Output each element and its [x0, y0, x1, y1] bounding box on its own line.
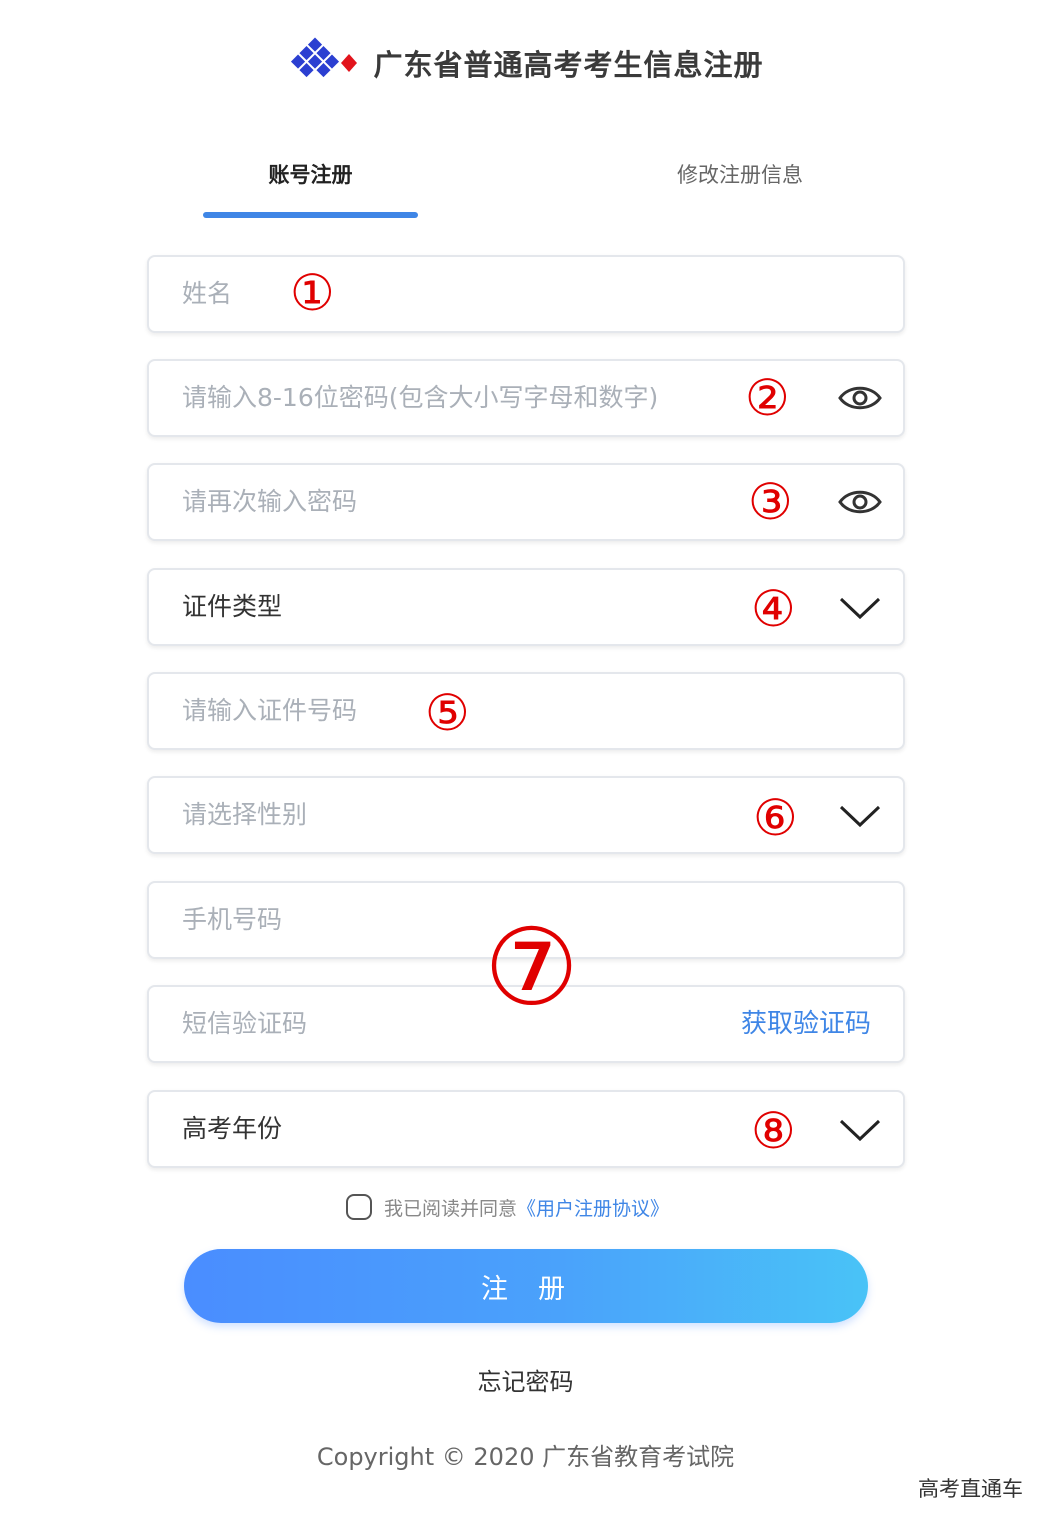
annotation-2: ② [745, 369, 790, 427]
agreement-checkbox[interactable] [346, 1194, 372, 1220]
annotation-3: ③ [748, 473, 793, 531]
annotation-1: ① [290, 264, 335, 322]
gender-placeholder: 请选择性别 [182, 800, 308, 829]
name-field[interactable]: 姓名 [147, 255, 905, 333]
sms-code-placeholder: 短信验证码 [182, 1009, 308, 1038]
get-code-button[interactable]: 获取验证码 [741, 987, 871, 1061]
phone-placeholder: 手机号码 [182, 905, 283, 934]
chevron-down-icon [839, 597, 881, 620]
tab-bar: 账号注册 修改注册信息 [0, 150, 1051, 225]
password-field[interactable]: 请输入8-16位密码(包含大小写字母和数字) [147, 359, 905, 437]
eye-icon[interactable] [837, 383, 883, 413]
eye-icon[interactable] [837, 487, 883, 517]
annotation-5: ⑤ [425, 684, 470, 742]
watermark-text: 高考直通车 [918, 1477, 1023, 1501]
annotation-4: ④ [751, 580, 796, 638]
active-tab-indicator [203, 212, 418, 218]
chevron-down-icon [839, 805, 881, 828]
forgot-password-link[interactable]: 忘记密码 [0, 1362, 1051, 1402]
password-placeholder: 请输入8-16位密码(包含大小写字母和数字) [182, 383, 659, 412]
agreement-text: 我已阅读并同意 [384, 1197, 518, 1220]
id-number-placeholder: 请输入证件号码 [182, 696, 358, 725]
id-type-value: 证件类型 [182, 592, 283, 621]
annotation-8: ⑧ [751, 1102, 796, 1160]
annotation-6: ⑥ [753, 789, 798, 847]
id-number-field[interactable]: 请输入证件号码 [147, 672, 905, 750]
chevron-down-icon [839, 1119, 881, 1142]
logo-icon [291, 37, 358, 77]
exam-year-value: 高考年份 [182, 1114, 283, 1143]
agreement-row: 我已阅读并同意 《用户注册协议》 [346, 1190, 669, 1224]
copyright-text: Copyright © 2020 广东省教育考试院 [316, 1443, 735, 1471]
confirm-password-placeholder: 请再次输入密码 [182, 487, 358, 516]
annotation-7: ⑦ [484, 906, 580, 1029]
app-title: 广东省普通高考考生信息注册 [373, 47, 764, 82]
register-button[interactable]: 注册 [184, 1249, 868, 1323]
tab-modify-info[interactable]: 修改注册信息 [630, 150, 850, 200]
tab-account-register[interactable]: 账号注册 [203, 150, 418, 200]
agreement-link[interactable]: 《用户注册协议》 [517, 1194, 669, 1221]
header: 广东省普通高考考生信息注册 [0, 25, 1051, 100]
name-placeholder: 姓名 [182, 279, 233, 308]
